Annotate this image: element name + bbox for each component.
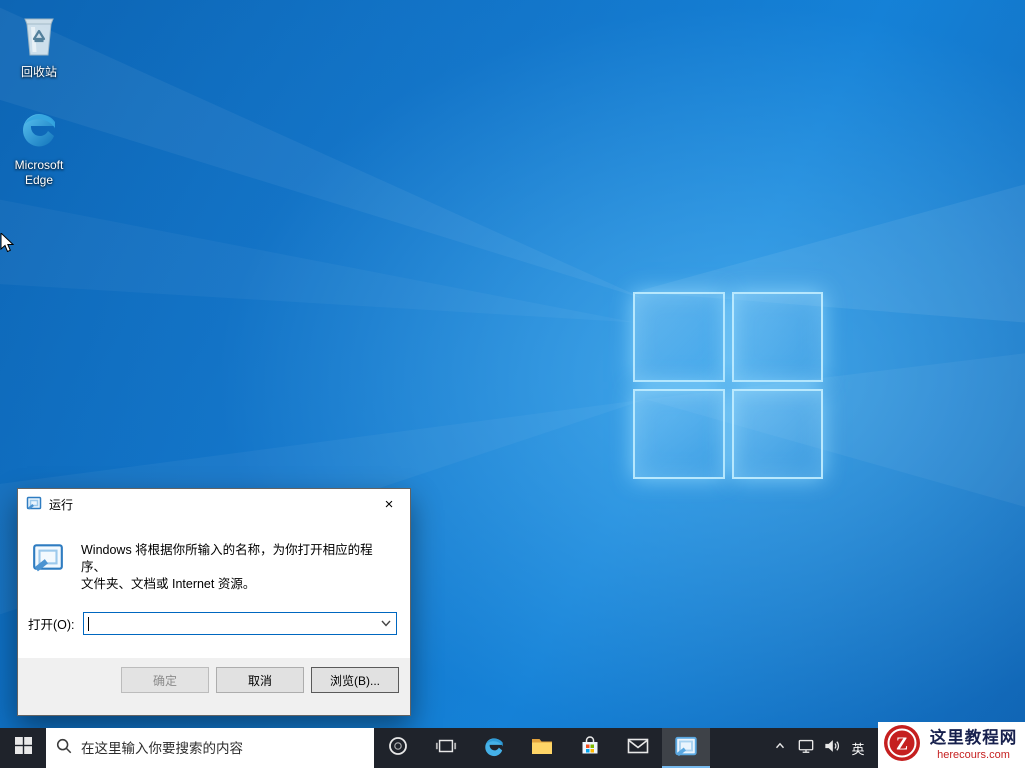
start-button[interactable] — [0, 728, 46, 768]
run-dialog-title: 运行 — [49, 497, 74, 512]
taskbar-search-box[interactable] — [46, 728, 374, 768]
windows-logo-pane — [633, 292, 725, 382]
speaker-icon — [822, 736, 842, 761]
run-window-icon — [674, 734, 698, 763]
recycle-bin-icon — [6, 11, 72, 62]
taskbar: 英 — [0, 728, 1025, 768]
store-icon — [578, 734, 602, 763]
task-view-icon — [435, 735, 457, 762]
run-dialog: 运行 × Windows 将根据你所输入的名称，为你打开相应的程序、 文件夹、文… — [17, 488, 411, 716]
text-caret — [87, 617, 89, 631]
run-dialog-description: Windows 将根据你所输入的名称，为你打开相应的程序、 文件夹、文档或 In… — [81, 540, 397, 593]
run-dialog-description-line2: 文件夹、文档或 Internet 资源。 — [81, 577, 256, 591]
run-dialog-description-line1: Windows 将根据你所输入的名称，为你打开相应的程序、 — [81, 543, 373, 574]
system-tray: 英 — [767, 728, 871, 768]
volume-tray-button[interactable] — [819, 728, 845, 768]
watermark-site-name: 这里教程网 — [929, 727, 1018, 747]
task-view-button[interactable] — [422, 728, 470, 768]
screen: 回收站 Microsoft Edge 运行 × Windows 将根据你所输入的… — [0, 0, 1025, 768]
edge-icon — [482, 734, 506, 763]
svg-text:Z: Z — [896, 733, 908, 753]
desktop-icon-label: Microsoft Edge — [14, 158, 64, 187]
windows-logo-pane — [731, 292, 823, 382]
cancel-button[interactable]: 取消 — [216, 667, 304, 693]
ok-button[interactable]: 确定 — [121, 667, 209, 693]
run-dialog-footer: 确定 取消 浏览(B)... — [18, 658, 410, 715]
desktop-icon-microsoft-edge[interactable]: Microsoft Edge — [6, 106, 72, 188]
folder-icon — [530, 734, 554, 763]
chevron-down-icon[interactable] — [376, 613, 396, 634]
watermark-logo-icon: Z — [882, 723, 922, 768]
desktop-icon-recycle-bin[interactable]: 回收站 — [6, 11, 72, 80]
run-taskbar-button[interactable] — [662, 728, 710, 768]
windows-logo-pane — [633, 389, 725, 479]
chevron-up-icon — [773, 739, 787, 758]
search-input[interactable] — [81, 740, 365, 756]
cortana-button[interactable] — [374, 728, 422, 768]
browse-button[interactable]: 浏览(B)... — [311, 667, 399, 693]
windows-start-icon — [14, 737, 32, 759]
watermark-site-domain: herecours.com — [937, 749, 1010, 762]
run-open-input[interactable] — [83, 613, 376, 634]
search-icon — [55, 737, 73, 760]
run-icon — [31, 540, 65, 577]
watermark-text: 这里教程网 herecours.com — [922, 727, 1025, 762]
mouse-cursor — [0, 231, 15, 260]
network-tray-button[interactable] — [793, 728, 819, 768]
mail-button[interactable] — [614, 728, 662, 768]
run-dialog-body: Windows 将根据你所输入的名称，为你打开相应的程序、 文件夹、文档或 In… — [18, 519, 410, 593]
run-dialog-titlebar[interactable]: 运行 × — [18, 489, 410, 519]
ime-indicator-label: 英 — [851, 741, 865, 757]
file-explorer-button[interactable] — [518, 728, 566, 768]
windows-logo-pane — [731, 389, 823, 479]
network-icon — [796, 736, 816, 761]
run-dialog-title-icon — [26, 495, 42, 514]
mail-icon — [626, 734, 650, 763]
watermark: Z 这里教程网 herecours.com — [878, 722, 1025, 768]
microsoft-store-button[interactable] — [566, 728, 614, 768]
desktop-icon-label: 回收站 — [20, 65, 57, 79]
run-open-combobox[interactable] — [82, 612, 397, 635]
ime-indicator-button[interactable]: 英 — [845, 728, 871, 768]
tray-chevron-up-button[interactable] — [767, 728, 793, 768]
run-open-row: 打开(O): — [18, 612, 410, 635]
edge-icon — [6, 106, 72, 155]
wallpaper-windows-logo — [633, 292, 823, 479]
cortana-icon — [387, 735, 409, 762]
close-icon[interactable]: × — [368, 489, 410, 519]
edge-taskbar-button[interactable] — [470, 728, 518, 768]
open-label: 打开(O): — [28, 618, 75, 632]
